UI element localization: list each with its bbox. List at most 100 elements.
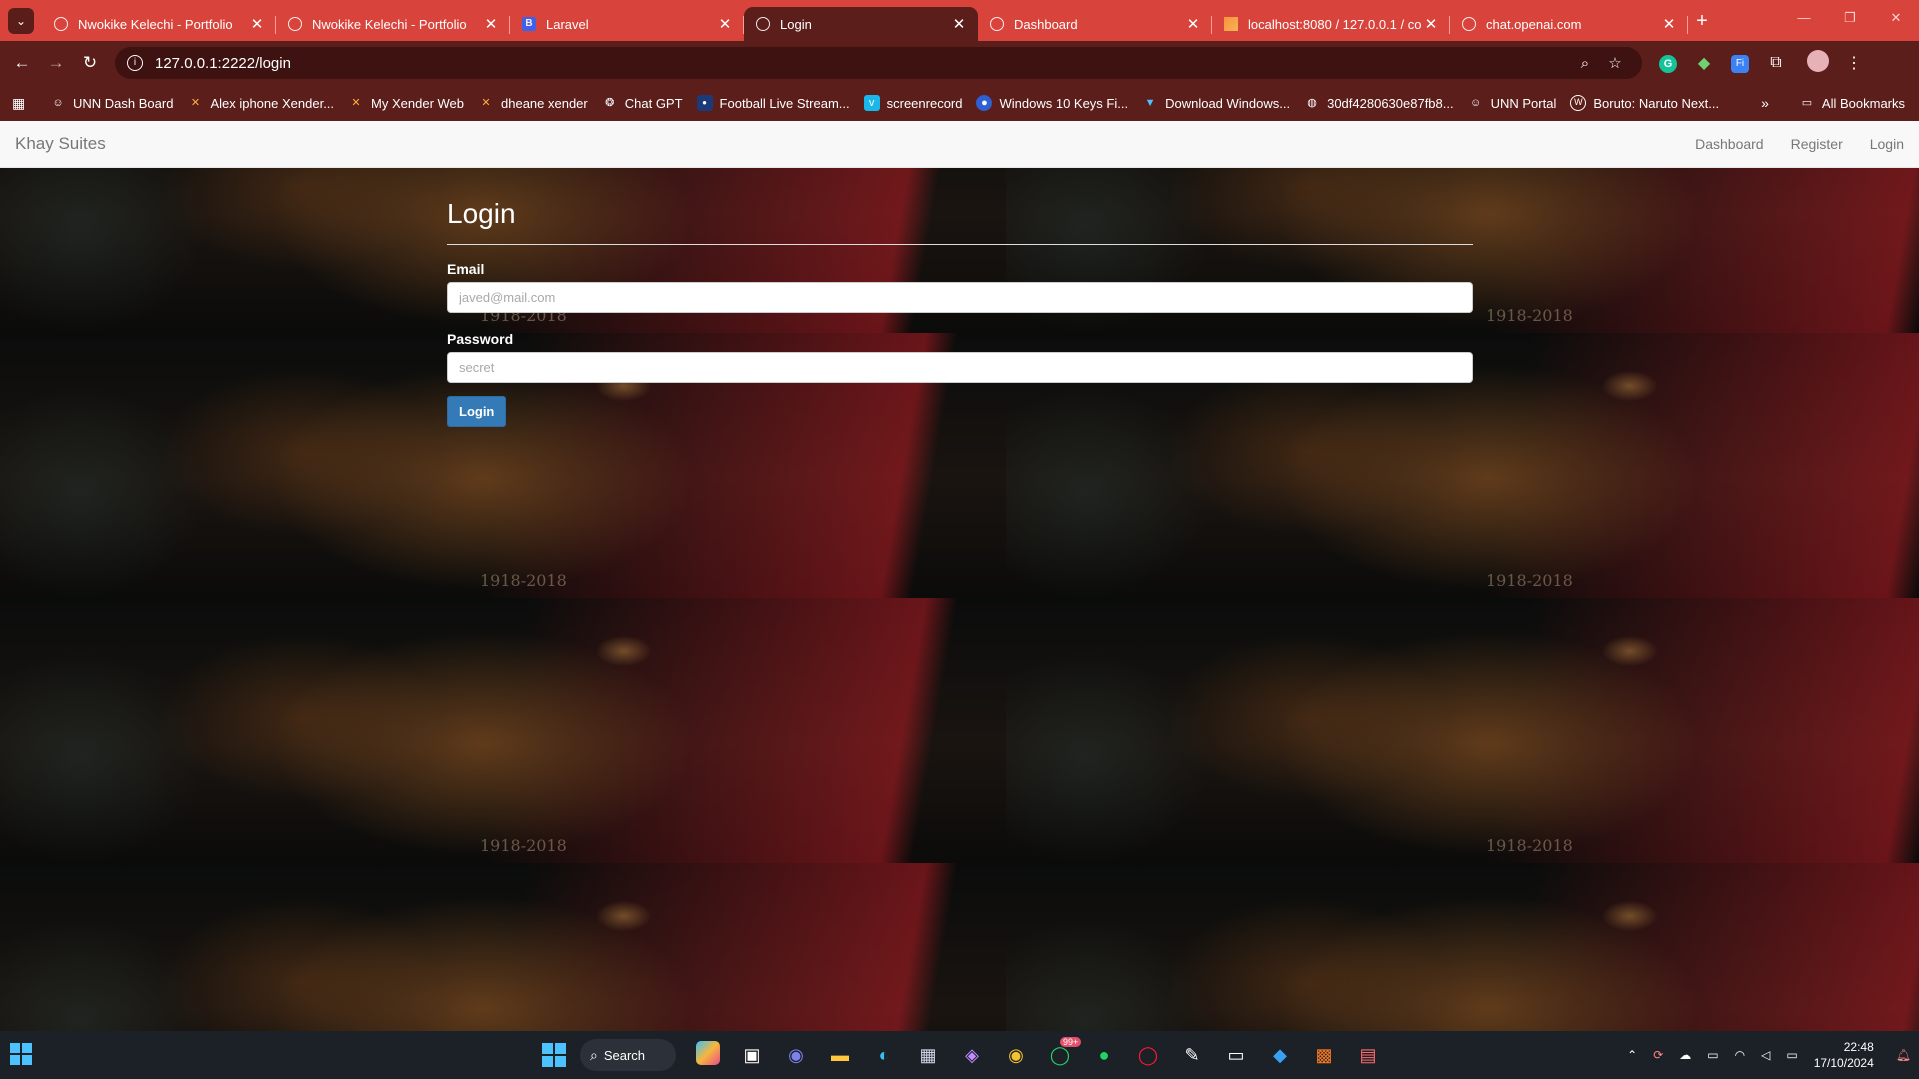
volume-icon[interactable]: ◁ [1761, 1048, 1770, 1062]
tab-5[interactable]: localhost:8080 / 127.0.0.1 / coll ✕ [1212, 7, 1450, 41]
back-icon[interactable]: ← [5, 53, 39, 73]
game-controller-icon[interactable]: ◈ [950, 1045, 994, 1066]
store-icon[interactable]: ▦ [906, 1045, 950, 1066]
apps-grid-icon[interactable]: ▦ [12, 95, 30, 111]
spotify-icon[interactable]: ● [1082, 1045, 1126, 1066]
bookmark-label: Boruto: Naruto Next... [1593, 95, 1720, 111]
widgets-icon[interactable] [10, 1043, 32, 1065]
opera-icon[interactable]: ◯ [1126, 1045, 1170, 1066]
close-icon[interactable]: ✕ [950, 15, 968, 33]
clock-time: 22:48 [1843, 1040, 1874, 1054]
extension-leaf-icon[interactable]: ◆ [1686, 53, 1722, 73]
clock-date: 17/10/2024 [1813, 1056, 1874, 1070]
address-bar[interactable]: i 127.0.0.1:2222/login ⌕ ☆ [115, 47, 1642, 79]
grammarly-icon[interactable]: G [1650, 54, 1686, 73]
close-icon[interactable]: ✕ [1184, 15, 1202, 33]
bookmark-item[interactable]: ● Windows 10 Keys Fi... [976, 95, 1128, 111]
maximize-icon[interactable]: ❐ [1827, 0, 1873, 36]
bookmark-item[interactable]: ● Football Live Stream... [696, 95, 850, 111]
site-info-icon[interactable]: i [127, 55, 143, 71]
bookmark-label: My Xender Web [371, 95, 464, 111]
nav-register-link[interactable]: Register [1791, 136, 1843, 152]
close-window-icon[interactable]: ✕ [1873, 0, 1919, 36]
background-photo-tile: 1918-2018 [0, 598, 1006, 863]
tab-title: Dashboard [1014, 16, 1078, 32]
zoom-icon[interactable]: ⌕ [1570, 55, 1600, 72]
tab-search-button[interactable]: ⌄ [8, 8, 34, 34]
all-bookmarks[interactable]: ▭ All Bookmarks [1799, 95, 1905, 111]
tab-1[interactable]: Nwokike Kelechi - Portfolio ✕ [276, 7, 510, 41]
clock[interactable]: 22:48 17/10/2024 [1814, 1039, 1874, 1071]
xampp-icon[interactable]: ▩ [1302, 1045, 1346, 1066]
bookmark-item[interactable]: ❂ Chat GPT [602, 95, 682, 111]
tab-0[interactable]: Nwokike Kelechi - Portfolio ✕ [42, 7, 276, 41]
nav-dashboard-link[interactable]: Dashboard [1695, 136, 1764, 152]
bookmark-star-icon[interactable]: ☆ [1600, 54, 1630, 72]
tab-4[interactable]: Dashboard ✕ [978, 7, 1212, 41]
wifi-icon[interactable]: ◠ [1735, 1048, 1745, 1062]
close-icon[interactable]: ✕ [482, 15, 500, 33]
bookmark-item[interactable]: ◍ 30df4280630e87fb8... [1304, 95, 1453, 111]
navbar-links: Dashboard Register Login [1668, 136, 1904, 152]
unn-icon: ☺ [52, 97, 64, 109]
bookmark-item[interactable]: ✕ dheane xender [478, 95, 587, 111]
whatsapp-icon[interactable]: ◯ 99+ [1038, 1036, 1082, 1066]
brand-link[interactable]: Khay Suites [15, 134, 106, 154]
bookmark-item[interactable]: ✕ My Xender Web [348, 95, 464, 111]
sync-icon[interactable]: ⟳ [1653, 1048, 1663, 1062]
taskbar-search[interactable]: ⌕ Search [580, 1039, 676, 1071]
minimize-icon[interactable]: — [1781, 0, 1827, 36]
extensions-puzzle-icon[interactable]: ⧉ [1758, 54, 1794, 72]
tab-title: Nwokike Kelechi - Portfolio [312, 16, 467, 32]
bookmark-item[interactable]: ✕ Alex iphone Xender... [187, 95, 334, 111]
vscode-icon[interactable]: ◆ [1258, 1045, 1302, 1066]
tab-3[interactable]: Login ✕ [744, 7, 978, 41]
bookmark-item[interactable]: ☺ UNN Portal [1468, 95, 1556, 111]
bookmark-item[interactable]: ▼ Download Windows... [1142, 95, 1290, 111]
chevron-up-icon[interactable]: ⌃ [1627, 1048, 1637, 1062]
new-tab-button[interactable]: + [1688, 10, 1716, 33]
password-label: Password [447, 331, 514, 347]
close-icon[interactable]: ✕ [1660, 15, 1678, 33]
file-explorer-icon[interactable]: ▬ [818, 1045, 862, 1066]
teams-icon[interactable]: ◉ [774, 1045, 818, 1066]
keyboard-icon[interactable]: ▭ [1707, 1048, 1718, 1062]
tab-2[interactable]: B Laravel ✕ [510, 7, 744, 41]
close-icon[interactable]: ✕ [1422, 15, 1440, 33]
bookmark-item[interactable]: ☺ UNN Dash Board [50, 95, 173, 111]
task-view-icon[interactable]: ▣ [730, 1045, 774, 1066]
profile-avatar[interactable] [1800, 49, 1836, 77]
menu-kebab-icon[interactable]: ⋮ [1836, 53, 1872, 73]
extension-square-icon[interactable]: Fi [1722, 53, 1758, 73]
reload-icon[interactable]: ↻ [73, 53, 107, 73]
all-bookmarks-label: All Bookmarks [1821, 95, 1905, 111]
copilot-icon[interactable] [686, 1040, 730, 1070]
cloud-icon[interactable]: ☁ [1679, 1048, 1691, 1062]
windows-start-icon[interactable] [542, 1043, 566, 1067]
pen-app-icon[interactable]: ✎ [1170, 1045, 1214, 1066]
chevron-double-right-icon[interactable]: » [1761, 95, 1769, 111]
tab-title: chat.openai.com [1486, 16, 1582, 32]
nav-login-link[interactable]: Login [1870, 136, 1904, 152]
close-icon[interactable]: ✕ [248, 15, 266, 33]
snipping-tool-icon[interactable]: ▤ [1346, 1045, 1390, 1066]
window-controls: — ❐ ✕ [1781, 0, 1919, 36]
battery-icon[interactable]: ▭ [1786, 1048, 1797, 1062]
edge-icon[interactable]: ◐ [862, 1045, 906, 1066]
globe-icon [990, 17, 1004, 31]
tab-6[interactable]: chat.openai.com ✕ [1450, 7, 1688, 41]
close-icon[interactable]: ✕ [716, 15, 734, 33]
unn-icon: ☺ [1469, 97, 1482, 109]
password-field[interactable] [447, 352, 1473, 383]
bookmark-item[interactable]: v screenrecord [863, 95, 962, 111]
bookmark-item[interactable]: W Boruto: Naruto Next... [1570, 95, 1719, 111]
notification-bell-icon[interactable]: 🔔︎ [1896, 1048, 1911, 1062]
openai-icon: ❂ [605, 97, 615, 109]
email-field[interactable] [447, 282, 1473, 313]
chrome-icon[interactable]: ◉ [994, 1045, 1038, 1066]
forward-icon[interactable]: → [39, 53, 73, 73]
terminal-icon[interactable]: ▭ [1214, 1045, 1258, 1066]
xender-icon: ✕ [481, 97, 491, 109]
login-button[interactable]: Login [447, 396, 507, 427]
tab-title: Login [780, 16, 812, 32]
